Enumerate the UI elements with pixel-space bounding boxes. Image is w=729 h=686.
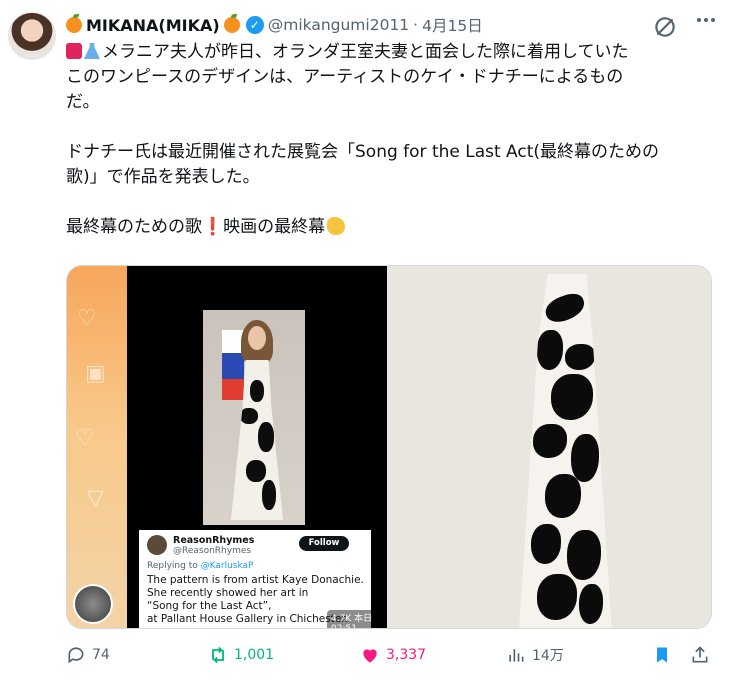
views-count: 14万 xyxy=(532,648,564,664)
post-line: 最終幕のための歌❗映画の最終幕 xyxy=(66,215,716,240)
orange-emoji-icon xyxy=(223,14,240,33)
author-handle[interactable]: @mikangumi2011 xyxy=(268,16,409,34)
embedded-handle: @ReasonRhymes xyxy=(173,546,252,556)
post-line: ドナチー氏は最近開催された展覧会「Song for the Last Act(最… xyxy=(66,142,660,162)
post-line: だ。 xyxy=(66,92,100,112)
repost-icon xyxy=(212,646,224,664)
separator: · xyxy=(413,16,419,34)
heart-doodle-icon: ♡ xyxy=(75,426,95,451)
gift-doodle-icon: ▣ xyxy=(85,361,106,386)
views-chart-icon xyxy=(509,649,524,662)
author-avatar[interactable] xyxy=(8,12,56,60)
orange-emoji-icon xyxy=(66,14,82,33)
embedded-avatar xyxy=(147,535,167,555)
embedded-follow-button: Follow xyxy=(299,536,349,551)
ice-cream-doodle-icon: ▽ xyxy=(87,486,104,511)
grok-icon[interactable] xyxy=(652,14,678,40)
reply-button[interactable]: 74 xyxy=(66,645,110,665)
author-display-name[interactable]: MIKANA(MIKA) xyxy=(86,16,220,35)
melania-photo xyxy=(203,310,305,525)
screenshot-panel: ReasonRhymes @ReasonRhymes Follow Replyi… xyxy=(127,266,387,628)
repost-count: 1,001 xyxy=(234,647,275,663)
post-line: 歌)」で作品を発表した。 xyxy=(66,167,260,187)
post-line: このワンピースのデザインは、アーティストのケイ・ドナチーによるもの xyxy=(66,67,624,87)
dress-large-image xyxy=(519,274,612,628)
embedded-views-overlay: 4.7K 本日 02:51 xyxy=(327,610,387,628)
overlay-avatar xyxy=(73,584,113,624)
like-count: 3,337 xyxy=(386,647,427,663)
post-line: メラニア夫人が昨日、オランダ王室夫妻と面会した際に着用していた xyxy=(66,40,716,65)
share-button[interactable] xyxy=(690,645,710,665)
post-header: MIKANA(MIKA) ✓ @mikangumi2011 · 4月15日 xyxy=(66,12,483,38)
decorative-background: ♡ ▣ ♡ ▽ xyxy=(67,266,127,628)
exclamation-emoji-icon: ❗ xyxy=(202,217,224,237)
post-date[interactable]: 4月15日 xyxy=(422,14,483,36)
reply-count: 74 xyxy=(92,647,110,663)
dress-emoji-icon xyxy=(84,43,100,59)
clapping-emoji-icon xyxy=(327,217,346,235)
share-icon xyxy=(692,646,708,663)
dress-photo-panel xyxy=(387,266,711,628)
reply-icon xyxy=(68,647,84,664)
verified-badge-icon[interactable]: ✓ xyxy=(245,16,264,34)
face xyxy=(248,326,266,350)
heart-doodle-icon: ♡ xyxy=(77,306,97,331)
heart-icon xyxy=(363,649,377,663)
bookmark-button[interactable] xyxy=(652,645,672,665)
embedded-reply-context: Replying to @KarluskaP xyxy=(147,561,254,571)
action-bar: 74 1,001 3,337 14万 xyxy=(66,645,716,673)
siren-emoji-icon xyxy=(66,43,82,59)
media-attachment[interactable]: ♡ ▣ ♡ ▽ ReasonRhymes @ReasonRhymes Follo… xyxy=(66,265,712,629)
post-text: メラニア夫人が昨日、オランダ王室夫妻と面会した際に着用していた このワンピースの… xyxy=(66,40,716,240)
more-options-icon[interactable] xyxy=(697,18,715,22)
bookmark-icon xyxy=(657,647,667,663)
views-button[interactable]: 14万 xyxy=(506,645,564,665)
like-button[interactable]: 3,337 xyxy=(360,645,426,665)
repost-button[interactable]: 1,001 xyxy=(208,645,274,665)
